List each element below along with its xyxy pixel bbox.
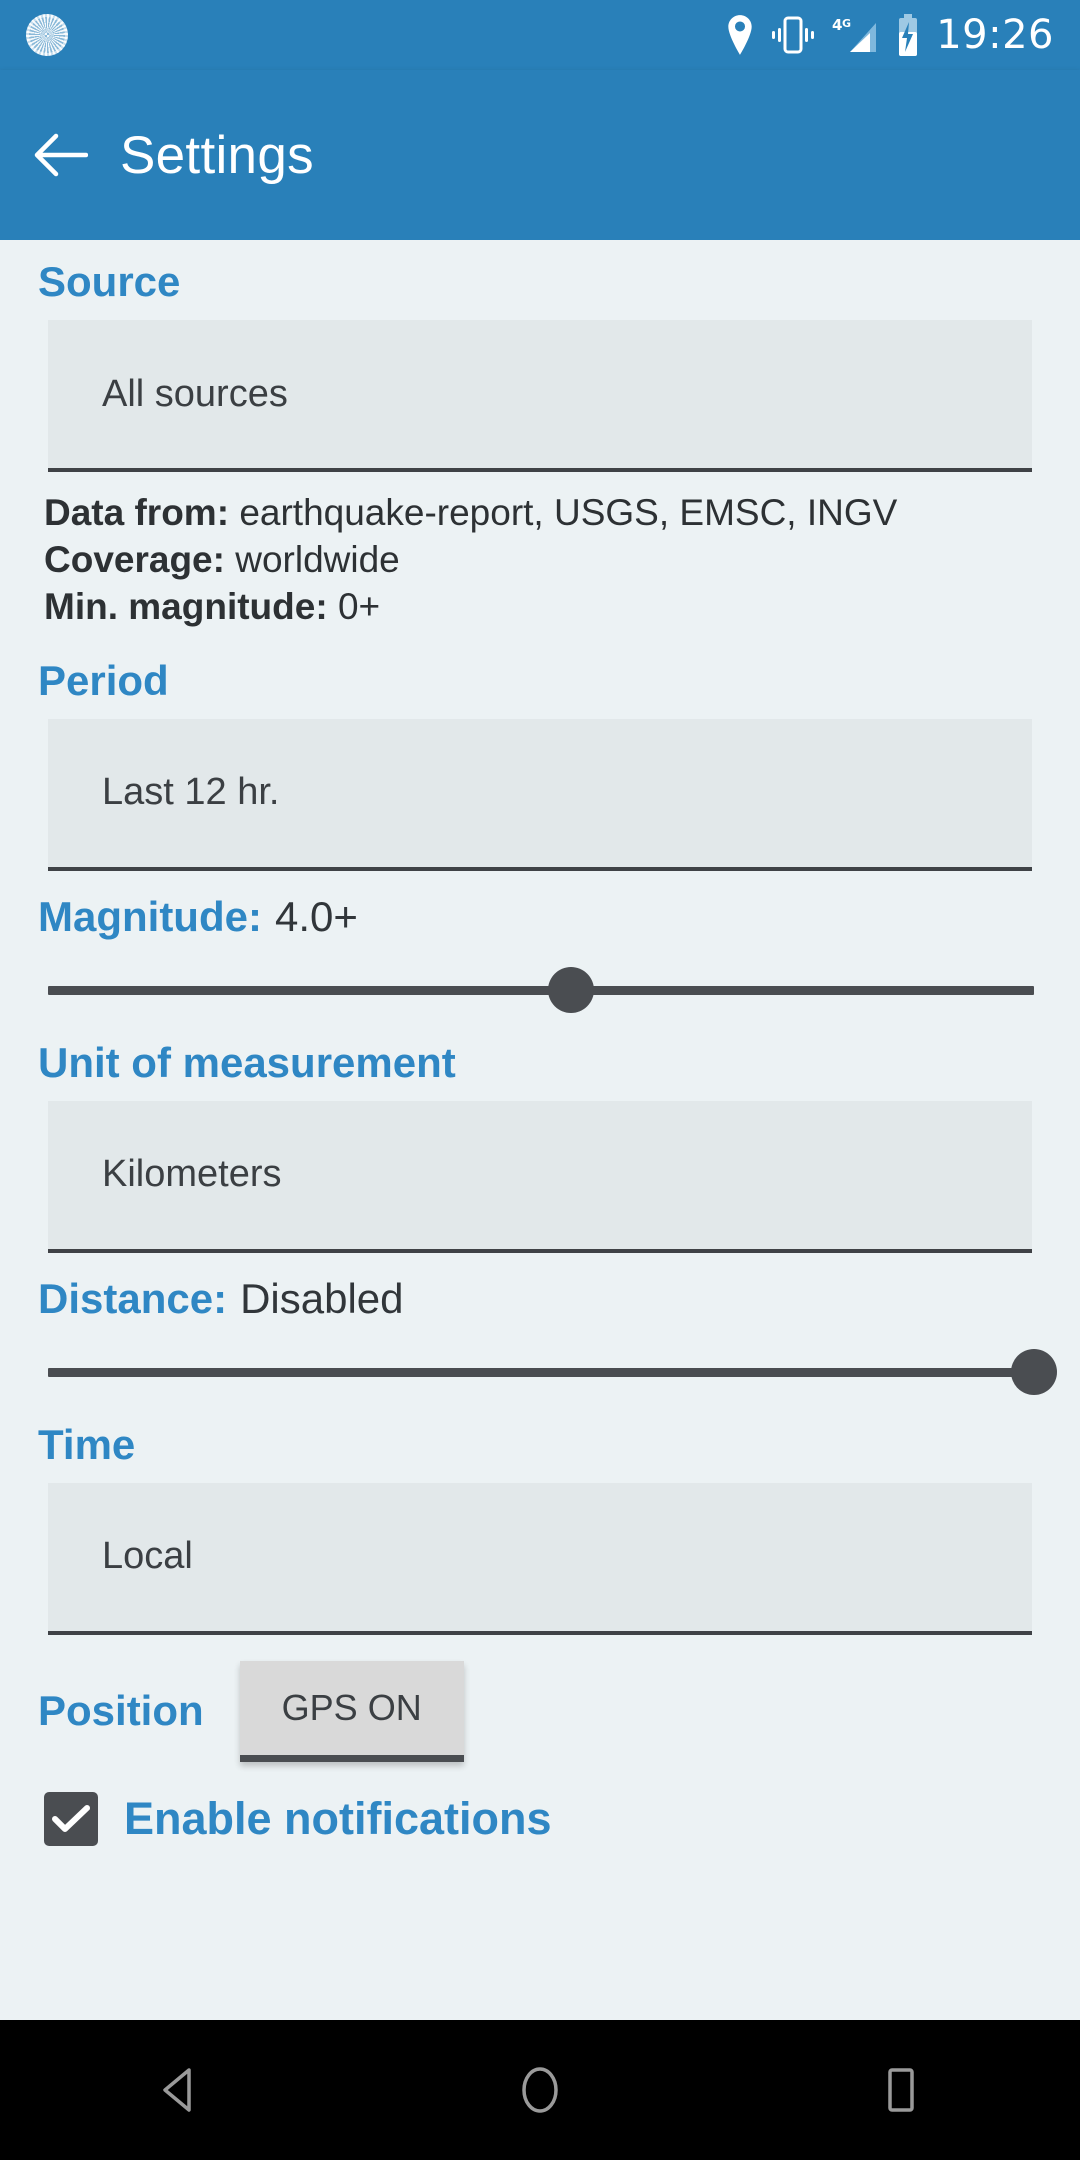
source-spinner-value: All sources xyxy=(102,372,288,415)
phone-screen: 4 G 19:26 Settings Source All sources Da… xyxy=(0,0,1080,2160)
page-title: Settings xyxy=(120,125,314,185)
unit-spinner-value: Kilometers xyxy=(102,1153,282,1196)
battery-charging-icon xyxy=(899,14,918,56)
status-bar-right: 4 G 19:26 xyxy=(726,12,1054,58)
source-info-value: earthquake-report, USGS, EMSC, INGV xyxy=(239,492,898,533)
source-info: Data from: earthquake-report, USGS, EMSC… xyxy=(0,472,1080,631)
back-triangle-icon xyxy=(163,2068,191,2112)
time-section: Time Local xyxy=(0,1395,1080,1635)
magnitude-slider-thumb[interactable] xyxy=(547,966,594,1013)
magnitude-label-row: Magnitude: 4.0+ xyxy=(0,893,1080,941)
position-section: Position GPS ON xyxy=(0,1635,1080,1762)
distance-value: Disabled xyxy=(240,1274,404,1322)
period-spinner-value: Last 12 hr. xyxy=(102,771,280,814)
nav-home-button[interactable] xyxy=(450,2020,630,2160)
svg-text:4: 4 xyxy=(832,16,842,34)
app-bar: Settings xyxy=(0,70,1080,240)
notifications-checkbox[interactable] xyxy=(44,1791,98,1846)
status-bar: 4 G 19:26 xyxy=(0,0,1080,70)
notifications-label: Enable notifications xyxy=(124,1792,552,1844)
magnitude-label: Magnitude: xyxy=(38,892,262,940)
source-info-line: Min. magnitude: 0+ xyxy=(44,584,1080,631)
source-info-value: worldwide xyxy=(235,538,400,580)
period-label: Period xyxy=(38,656,169,704)
unit-spinner[interactable]: Kilometers xyxy=(48,1100,1032,1253)
vibrate-icon xyxy=(772,16,815,54)
distance-slider-thumb[interactable] xyxy=(1011,1348,1057,1395)
magnitude-section: Magnitude: 4.0+ xyxy=(0,871,1080,1013)
svg-text:G: G xyxy=(842,17,851,30)
source-info-line: Data from: earthquake-report, USGS, EMSC… xyxy=(44,490,1080,537)
back-button[interactable] xyxy=(0,132,120,178)
back-arrow-icon xyxy=(34,133,88,177)
position-label: Position xyxy=(38,1687,204,1735)
distance-label: Distance: xyxy=(38,1274,228,1322)
signal-4g-icon: 4 G xyxy=(832,16,877,52)
checkmark-icon xyxy=(52,1804,90,1832)
sunburst-icon xyxy=(26,14,68,56)
source-info-key: Data from: xyxy=(44,492,230,533)
notifications-row[interactable]: Enable notifications xyxy=(0,1762,1080,1846)
recents-square-icon xyxy=(888,2068,914,2112)
nav-back-button[interactable] xyxy=(90,2020,270,2160)
distance-slider[interactable] xyxy=(48,1348,1057,1395)
source-info-key: Min. magnitude: xyxy=(44,585,328,627)
source-info-key: Coverage: xyxy=(44,538,225,580)
distance-label-row: Distance: Disabled xyxy=(0,1275,1080,1323)
location-pin-icon xyxy=(728,15,752,55)
magnitude-slider[interactable] xyxy=(48,966,1034,1013)
status-bar-left xyxy=(26,14,726,56)
period-spinner[interactable]: Last 12 hr. xyxy=(48,718,1032,871)
status-bar-clock: 19:26 xyxy=(936,12,1054,58)
period-section: Period Last 12 hr. xyxy=(0,631,1080,871)
source-section: Source All sources Data from: earthquake… xyxy=(0,240,1080,631)
unit-label: Unit of measurement xyxy=(38,1038,456,1086)
home-circle-icon xyxy=(522,2067,558,2113)
source-spinner[interactable]: All sources xyxy=(48,320,1032,472)
distance-slider-track xyxy=(48,1367,1034,1377)
unit-section: Unit of measurement Kilometers xyxy=(0,1013,1080,1253)
time-spinner[interactable]: Local xyxy=(48,1482,1032,1635)
distance-section: Distance: Disabled xyxy=(0,1253,1080,1395)
gps-toggle-button[interactable]: GPS ON xyxy=(239,1660,464,1762)
settings-content: Source All sources Data from: earthquake… xyxy=(0,240,1080,2020)
time-label: Time xyxy=(38,1420,136,1468)
nav-recents-button[interactable] xyxy=(810,2020,990,2160)
magnitude-slider-track xyxy=(48,985,1034,995)
magnitude-value: 4.0+ xyxy=(274,892,358,940)
source-info-line: Coverage: worldwide xyxy=(44,537,1080,584)
source-info-value: 0+ xyxy=(337,585,381,627)
time-spinner-value: Local xyxy=(102,1535,193,1578)
source-label: Source xyxy=(38,258,181,305)
android-nav-bar xyxy=(0,2020,1080,2160)
